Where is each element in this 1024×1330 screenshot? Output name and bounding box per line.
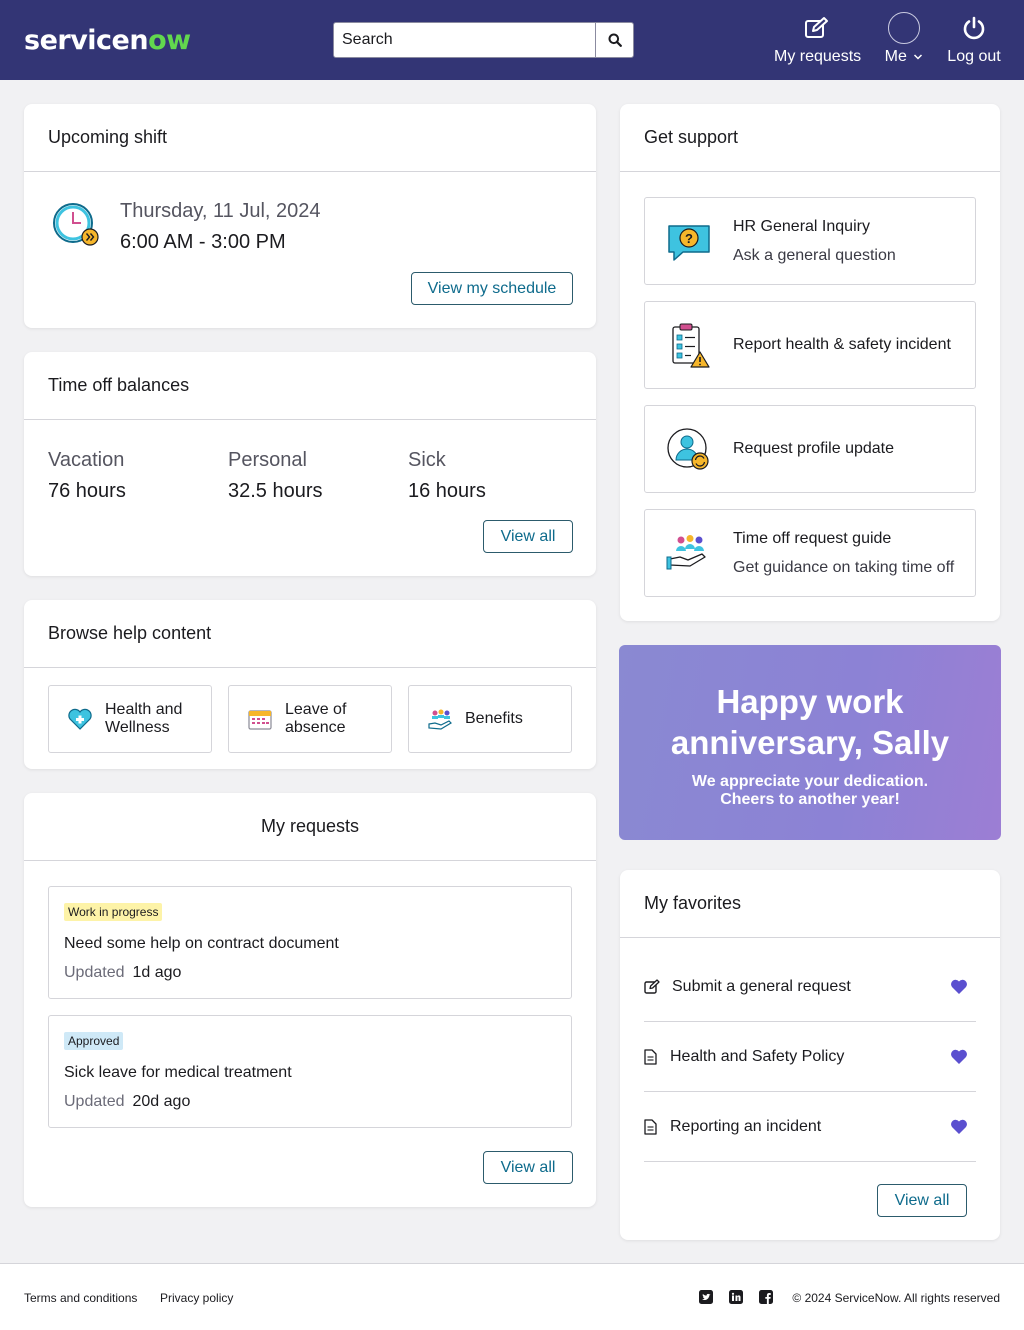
balance-vacation: Vacation 76 hours: [48, 448, 126, 503]
profile-update-icon: [667, 428, 709, 470]
browse-help-title: Browse help content: [24, 600, 596, 668]
logout-label: Log out: [947, 48, 1001, 65]
time-off-balances-card: Time off balances Vacation 76 hours Pers…: [24, 352, 596, 576]
search-button[interactable]: [595, 23, 633, 57]
balance-value: 76 hours: [48, 480, 126, 502]
logout-nav[interactable]: Log out: [946, 12, 1002, 66]
me-menu[interactable]: Me: [884, 12, 924, 66]
favorite-label: Submit a general request: [672, 977, 851, 995]
calendar-icon: [248, 710, 272, 730]
browse-help-card: Browse help content Health and Wellness …: [24, 600, 596, 769]
favorites-title: My favorites: [620, 870, 1000, 938]
balance-type: Vacation: [48, 449, 125, 471]
support-item-profile-update[interactable]: Request profile update: [644, 405, 976, 493]
help-tile-health[interactable]: Health and Wellness: [48, 685, 212, 753]
support-item-subtitle: Get guidance on taking time off: [733, 559, 955, 576]
shift-date: Thursday, 11 Jul, 2024: [120, 200, 321, 222]
my-favorites-card: My favorites Submit a general request He…: [620, 870, 1000, 1240]
heart-health-icon: [68, 708, 92, 730]
favorite-item[interactable]: Submit a general request: [644, 952, 976, 1022]
favorite-heart-icon[interactable]: [950, 979, 968, 995]
chevron-down-icon: [914, 54, 923, 60]
footer: Terms and conditions Privacy policy © 20…: [0, 1263, 1024, 1330]
request-item[interactable]: Approved Sick leave for medical treatmen…: [48, 1015, 572, 1128]
upcoming-shift-card: Upcoming shift Thursday, 11 Jul, 2024 6:…: [24, 104, 596, 328]
search-icon: [608, 33, 622, 47]
time-off-title: Time off balances: [24, 352, 596, 420]
banner-message: We appreciate your dedication. Cheers to…: [691, 773, 929, 808]
balance-type: Sick: [408, 449, 446, 471]
copyright-text: © 2024 ServiceNow. All rights reserved: [792, 1291, 1000, 1305]
balance-value: 32.5 hours: [228, 480, 323, 502]
request-item[interactable]: Work in progress Need some help on contr…: [48, 886, 572, 999]
twitter-icon[interactable]: [699, 1290, 713, 1304]
view-all-balances-button[interactable]: View all: [483, 520, 573, 553]
my-requests-card: My requests Work in progress Need some h…: [24, 793, 596, 1207]
favorite-heart-icon[interactable]: [950, 1049, 968, 1065]
anniversary-banner: Happy work anniversary, Sally We appreci…: [619, 645, 1001, 840]
top-navigation-bar: servicenow My requests Me Log out: [0, 0, 1024, 80]
request-updated: Updated 20d ago: [64, 1093, 191, 1110]
request-updated: Updated 1d ago: [64, 964, 182, 981]
request-title: Need some help on contract document: [64, 935, 339, 952]
document-icon: [644, 1118, 657, 1135]
document-icon: [644, 1048, 657, 1065]
help-tile-label: Leave of absence: [285, 701, 347, 736]
help-tile-label: Benefits: [465, 710, 523, 727]
search-box: [333, 22, 634, 58]
support-item-title: HR General Inquiry: [733, 218, 870, 235]
favorite-label: Health and Safety Policy: [670, 1047, 845, 1065]
support-item-title: Report health & safety incident: [733, 336, 951, 353]
favorite-heart-icon[interactable]: [950, 1119, 968, 1135]
my-requests-nav[interactable]: My requests: [774, 12, 862, 66]
status-badge: Approved: [64, 1032, 124, 1050]
question-chat-icon: ?: [668, 225, 710, 261]
help-tile-leave[interactable]: Leave of absence: [228, 685, 392, 753]
edit-request-icon: [805, 17, 828, 38]
privacy-link[interactable]: Privacy policy: [160, 1291, 233, 1305]
balance-sick: Sick 16 hours: [408, 448, 486, 503]
view-schedule-button[interactable]: View my schedule: [411, 272, 573, 305]
svg-text:?: ?: [685, 231, 693, 246]
benefits-icon: [428, 709, 452, 730]
help-tile-benefits[interactable]: Benefits: [408, 685, 572, 753]
support-item-report-incident[interactable]: Report health & safety incident: [644, 301, 976, 389]
my-requests-title: My requests: [24, 793, 596, 861]
avatar: [888, 12, 920, 44]
power-icon: [963, 16, 985, 40]
facebook-icon[interactable]: [759, 1290, 773, 1304]
my-requests-label: My requests: [774, 48, 862, 65]
request-title: Sick leave for medical treatment: [64, 1064, 292, 1081]
support-item-title: Time off request guide: [733, 530, 892, 547]
servicenow-logo[interactable]: servicenow: [24, 24, 191, 58]
view-all-requests-button[interactable]: View all: [483, 1151, 573, 1184]
support-item-time-off-guide[interactable]: Time off request guide Get guidance on t…: [644, 509, 976, 597]
banner-headline: Happy work anniversary, Sally: [670, 683, 950, 761]
favorite-item[interactable]: Reporting an incident: [644, 1092, 976, 1162]
balance-personal: Personal 32.5 hours: [228, 448, 323, 503]
balance-value: 16 hours: [408, 480, 486, 502]
linkedin-icon[interactable]: [729, 1290, 743, 1304]
upcoming-shift-title: Upcoming shift: [24, 104, 596, 172]
shift-time: 6:00 AM - 3:00 PM: [120, 231, 286, 253]
get-support-card: Get support ? HR General Inquiry Ask a g…: [620, 104, 1000, 621]
edit-icon: [644, 979, 660, 994]
get-support-title: Get support: [620, 104, 1000, 172]
support-item-hr-inquiry[interactable]: ? HR General Inquiry Ask a general quest…: [644, 197, 976, 285]
balance-type: Personal: [228, 449, 307, 471]
search-input[interactable]: [334, 23, 595, 57]
status-badge: Work in progress: [64, 903, 163, 921]
support-item-title: Request profile update: [733, 440, 894, 457]
me-label: Me: [884, 48, 907, 65]
terms-link[interactable]: Terms and conditions: [24, 1291, 137, 1305]
help-tile-label: Health and Wellness: [105, 701, 183, 736]
favorite-label: Reporting an incident: [670, 1117, 822, 1135]
hand-people-icon: [666, 535, 706, 570]
view-all-favorites-button[interactable]: View all: [877, 1184, 967, 1217]
checklist-warning-icon: [672, 323, 710, 368]
clock-forward-icon: [53, 203, 99, 246]
support-item-subtitle: Ask a general question: [733, 247, 896, 264]
favorite-item[interactable]: Health and Safety Policy: [644, 1022, 976, 1092]
